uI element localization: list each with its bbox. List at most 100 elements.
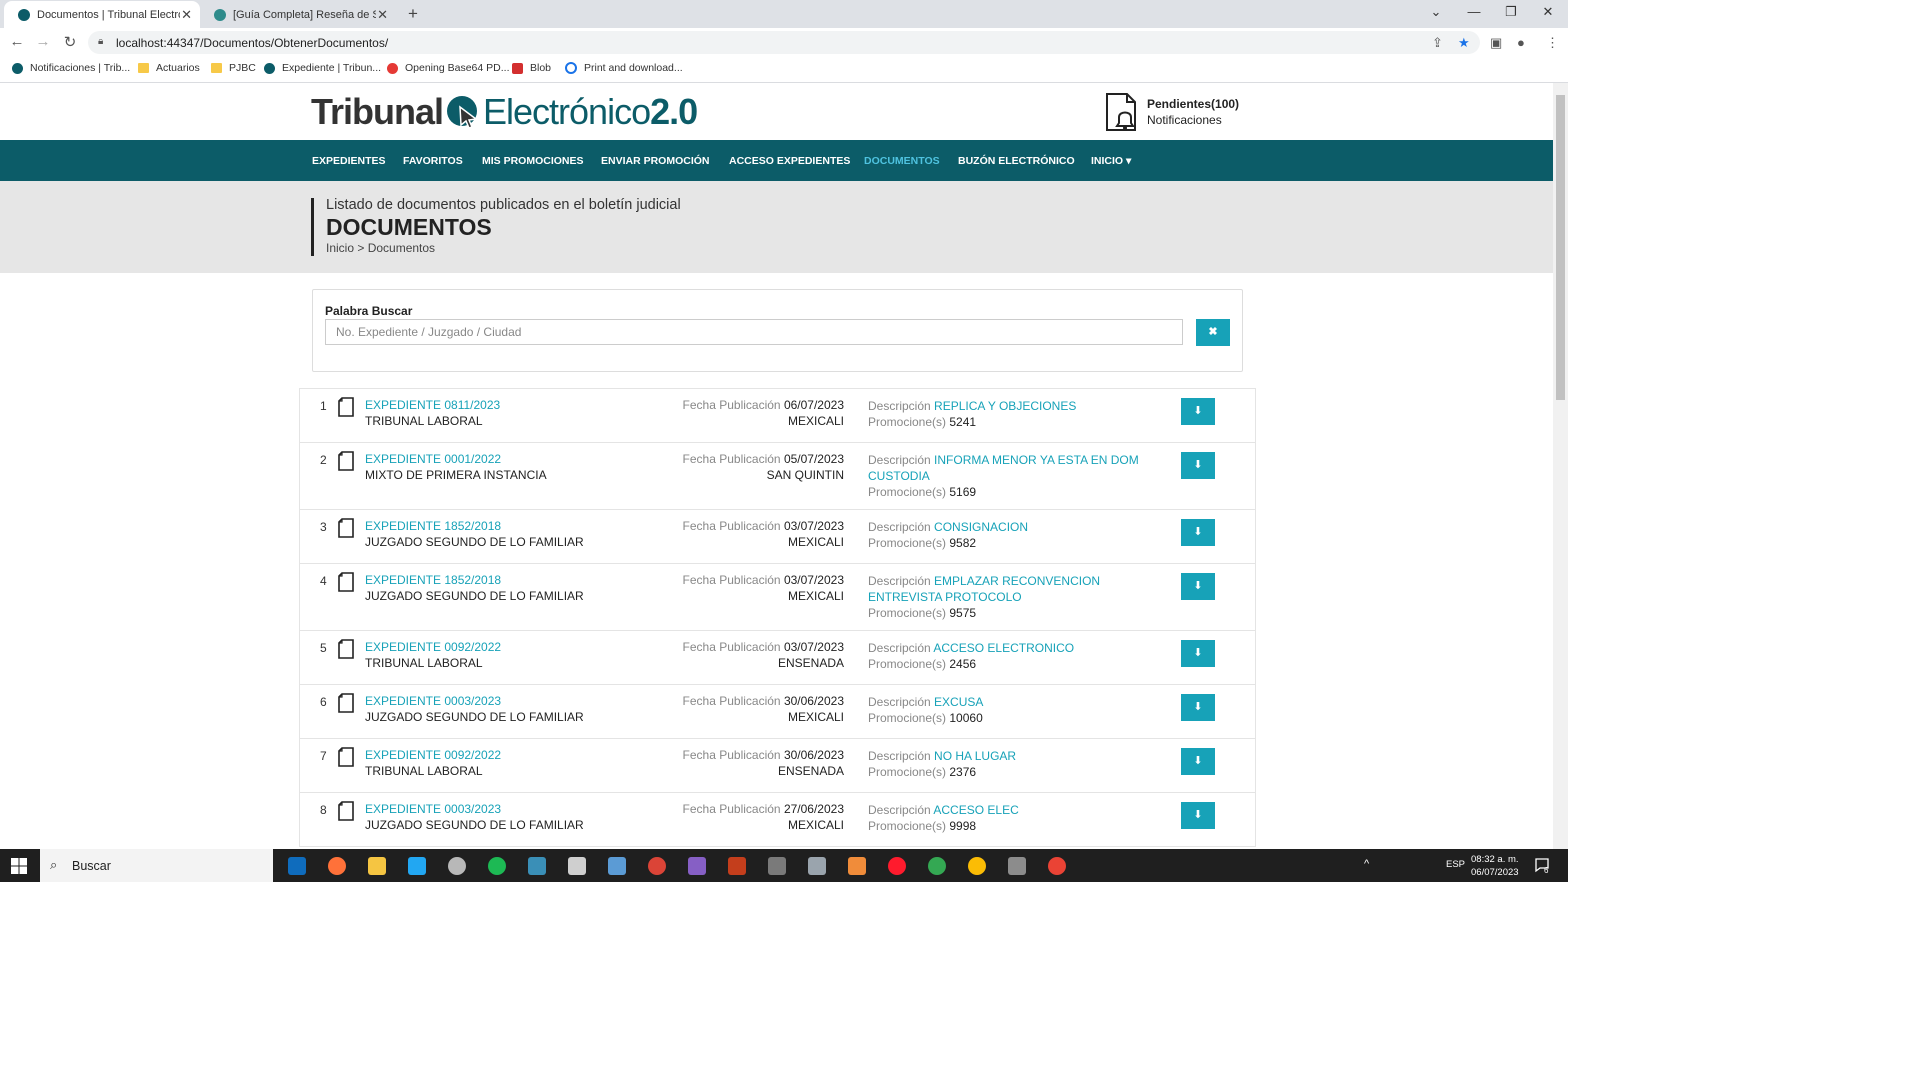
download-button[interactable]: ⬇	[1181, 452, 1215, 479]
nav-documentos[interactable]: DOCUMENTOS	[864, 155, 940, 167]
nav-buzon-electronico[interactable]: BUZÓN ELECTRÓNICO	[958, 155, 1075, 167]
new-tab-button[interactable]: +	[408, 4, 418, 24]
nav-acceso-expedientes[interactable]: ACCESO EXPEDIENTES	[729, 155, 850, 167]
url-text[interactable]: localhost:44347/Documentos/ObtenerDocume…	[116, 36, 388, 50]
settings-icon[interactable]	[568, 857, 586, 875]
chrome-search-icon[interactable]	[648, 857, 666, 875]
download-button[interactable]: ⬇	[1181, 398, 1215, 425]
bookmark-item[interactable]: Notificaciones | Trib...	[12, 62, 130, 74]
desc-value[interactable]: ACCESO ELECTRONICO	[933, 641, 1074, 655]
spotify-icon[interactable]	[488, 857, 506, 875]
expediente-link[interactable]: EXPEDIENTE 1852/2018	[365, 573, 501, 587]
back-button[interactable]: ←	[8, 33, 26, 50]
site-logo[interactable]: Tribunal Electrónico 2.0	[311, 89, 698, 135]
file-explorer-icon[interactable]	[368, 857, 386, 875]
document-row: 4 EXPEDIENTE 1852/2018 JUZGADO SEGUNDO DE …	[300, 564, 1255, 631]
tab-search-icon[interactable]: ⌄	[1426, 4, 1446, 20]
windows-start-icon[interactable]	[11, 858, 27, 874]
download-button[interactable]: ⬇	[1181, 748, 1215, 775]
chrome-active-icon[interactable]	[968, 857, 986, 875]
minimize-button[interactable]: —	[1464, 4, 1484, 19]
download-button[interactable]: ⬇	[1181, 573, 1215, 600]
description: Descripción ACCESO ELECTRONICO Promocione…	[868, 640, 1153, 672]
system-clock[interactable]: 08:32 a. m. 06/07/2023	[1471, 853, 1519, 879]
chrome-icon[interactable]	[928, 857, 946, 875]
reload-button[interactable]: ↻	[61, 33, 79, 51]
vscode-icon[interactable]	[408, 857, 426, 875]
download-button[interactable]: ⬇	[1181, 694, 1215, 721]
tab-guia-completa[interactable]: [Guía Completa] Reseña de Share ✕	[200, 1, 396, 28]
chrome-canary-icon[interactable]	[1048, 857, 1066, 875]
breadcrumb[interactable]: Inicio > Documentos	[326, 241, 435, 255]
remote-desktop-icon[interactable]	[1008, 857, 1026, 875]
desc-value[interactable]: ACCESO ELEC	[933, 803, 1018, 817]
expediente-link[interactable]: EXPEDIENTE 0001/2022	[365, 452, 501, 466]
notifications-label[interactable]: Notificaciones	[1147, 112, 1239, 128]
profile-avatar-icon[interactable]: ●	[1517, 35, 1525, 50]
publication-date: Fecha Publicación 06/07/2023	[683, 398, 844, 412]
row-number: 7	[320, 749, 327, 763]
bookmark-item[interactable]: Blob	[512, 62, 551, 74]
desc-value[interactable]: REPLICA Y OBJECIONES	[934, 399, 1076, 413]
expediente-link[interactable]: EXPEDIENTE 0003/2023	[365, 694, 501, 708]
calculator-icon[interactable]	[768, 857, 786, 875]
restore-button[interactable]: ❐	[1501, 4, 1521, 20]
lock-icon[interactable]: 🔒︎	[98, 36, 103, 47]
desc-value[interactable]: CONSIGNACION	[934, 520, 1028, 534]
forward-button[interactable]: →	[34, 33, 52, 50]
page-scrollbar[interactable]	[1553, 83, 1568, 849]
nav-inicio-dropdown[interactable]: INICIO ▾	[1091, 155, 1131, 167]
tray-overflow-icon[interactable]: ^	[1364, 858, 1369, 870]
close-window-button[interactable]: ✕	[1538, 4, 1558, 20]
notifications-widget[interactable]: Pendientes(100) Notificaciones	[1104, 91, 1239, 133]
bookmark-folder[interactable]: PJBC	[211, 62, 256, 74]
nav-favoritos[interactable]: FAVORITOS	[403, 155, 463, 167]
pending-count[interactable]: Pendientes(100)	[1147, 96, 1239, 112]
download-button[interactable]: ⬇	[1181, 640, 1215, 667]
language-indicator[interactable]: ESP	[1446, 859, 1465, 870]
outlook-icon[interactable]	[288, 857, 306, 875]
publication-date: Fecha Publicación 05/07/2023	[683, 452, 844, 466]
menu-kebab-icon[interactable]: ⋮	[1546, 35, 1559, 51]
search-input[interactable]	[325, 319, 1183, 345]
address-bar[interactable]: 🔒︎ localhost:44347/Documentos/ObtenerDoc…	[88, 31, 1480, 54]
clock-time: 08:32 a. m.	[1471, 854, 1519, 865]
opera-icon[interactable]	[888, 857, 906, 875]
page-viewport: Tribunal Electrónico 2.0 Pendientes(100)…	[0, 83, 1553, 849]
bookmark-item[interactable]: Opening Base64 PD...	[387, 62, 509, 74]
app-orange-icon[interactable]	[848, 857, 866, 875]
expediente-link[interactable]: EXPEDIENTE 0092/2022	[365, 640, 501, 654]
tab-close-icon[interactable]: ✕	[377, 7, 388, 23]
visual-studio-icon[interactable]	[688, 857, 706, 875]
desc-value[interactable]: NO HA LUGAR	[934, 749, 1016, 763]
nav-mis-promociones[interactable]: MIS PROMOCIONES	[482, 155, 584, 167]
bookmark-folder[interactable]: Actuarios	[138, 62, 200, 74]
tab-documentos[interactable]: Documentos | Tribunal Electrónic ✕	[4, 1, 200, 28]
window-app-icon[interactable]	[608, 857, 626, 875]
github-desktop-icon[interactable]	[448, 857, 466, 875]
nav-expedientes[interactable]: EXPEDIENTES	[312, 155, 386, 167]
bookmark-item[interactable]: Expediente | Tribun...	[264, 62, 381, 74]
sql-icon[interactable]	[808, 857, 826, 875]
firefox-icon[interactable]	[328, 857, 346, 875]
tab-close-icon[interactable]: ✕	[181, 7, 192, 23]
share-icon[interactable]: ⇪	[1432, 35, 1443, 51]
expediente-link[interactable]: EXPEDIENTE 0003/2023	[365, 802, 501, 816]
expediente-link[interactable]: EXPEDIENTE 0092/2022	[365, 748, 501, 762]
nav-enviar-promocion[interactable]: ENVIAR PROMOCIÓN	[601, 155, 710, 167]
notification-center-icon[interactable]: 6	[1534, 857, 1550, 875]
expediente-link[interactable]: EXPEDIENTE 0811/2023	[365, 398, 500, 412]
expediente-link[interactable]: EXPEDIENTE 1852/2018	[365, 519, 501, 533]
clear-search-button[interactable]: ✖	[1196, 319, 1230, 346]
description: Descripción REPLICA Y OBJECIONES Promocio…	[868, 398, 1153, 430]
bookmark-item[interactable]: Print and download...	[565, 62, 683, 74]
app-teal-icon[interactable]	[528, 857, 546, 875]
download-button[interactable]: ⬇	[1181, 519, 1215, 546]
desc-value[interactable]: EXCUSA	[934, 695, 983, 709]
side-panel-icon[interactable]: ▣	[1490, 35, 1502, 51]
scrollbar-thumb[interactable]	[1556, 95, 1565, 400]
bookmark-star-icon[interactable]: ★	[1458, 35, 1470, 51]
powerpoint-icon[interactable]	[728, 857, 746, 875]
download-button[interactable]: ⬇	[1181, 802, 1215, 829]
taskbar-search[interactable]: ⌕ Buscar	[40, 849, 273, 882]
